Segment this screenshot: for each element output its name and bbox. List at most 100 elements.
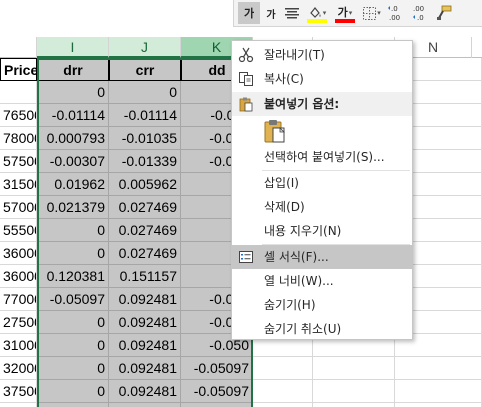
cell-drr[interactable]: 0	[37, 357, 109, 380]
chevron-down-icon[interactable]: ▾	[349, 9, 353, 17]
header-cell-drr[interactable]: drr	[37, 58, 109, 81]
cell-crr[interactable]: -0.01035	[109, 127, 181, 150]
cell-price[interactable]: 31500	[0, 173, 37, 196]
cell-price[interactable]: 57500	[0, 150, 37, 173]
cell-drr[interactable]: 0	[37, 403, 109, 407]
menu-item-column-width[interactable]: 열 너비(W)...	[232, 269, 412, 293]
clipboard-paste-icon[interactable]	[262, 118, 288, 144]
cell-drr[interactable]: 0.120381	[37, 265, 109, 288]
menu-item-copy[interactable]: 복사(C)	[232, 67, 412, 91]
cell-n[interactable]	[395, 357, 482, 380]
chevron-down-icon[interactable]: ▾	[323, 9, 327, 17]
paste-icon	[239, 97, 253, 112]
cell-price[interactable]: 32000	[0, 357, 37, 380]
cell-n[interactable]	[395, 380, 482, 403]
menu-item-column-width-label: 열 너비(W)...	[264, 274, 334, 288]
cell-crr[interactable]: 0.005962	[109, 173, 181, 196]
cell-crr[interactable]: 0.151157	[109, 265, 181, 288]
cell-n[interactable]	[395, 403, 482, 407]
cell-crr[interactable]: 0.092481	[109, 288, 181, 311]
cell-drr[interactable]: 0.000793	[37, 127, 109, 150]
cell-drr[interactable]: 0.01962	[37, 173, 109, 196]
cell-price[interactable]: 36000	[0, 265, 37, 288]
cell-crr[interactable]: 0.092481	[109, 334, 181, 357]
cell-crr[interactable]: 0.092481	[109, 311, 181, 334]
chevron-down-icon[interactable]: ▾	[377, 9, 381, 17]
menu-item-delete[interactable]: 삭제(D)	[232, 195, 412, 219]
header-cell-price[interactable]: Price	[0, 58, 37, 81]
format-cells-icon	[239, 251, 253, 263]
borders-icon	[363, 6, 377, 20]
cell-l[interactable]	[253, 380, 313, 403]
cell-price[interactable]: 27500	[0, 311, 37, 334]
cell-crr[interactable]: 0	[109, 81, 181, 104]
menu-item-clear-contents[interactable]: 내용 지우기(N)	[232, 219, 412, 243]
cell-drr[interactable]: 0.021379	[37, 196, 109, 219]
cell-drr[interactable]: 0	[37, 219, 109, 242]
cell-drr[interactable]: 0	[37, 334, 109, 357]
font-decrease-button[interactable]: 가	[262, 2, 280, 24]
cell-price[interactable]: 36000	[0, 242, 37, 265]
fill-color-button[interactable]: ▾	[304, 2, 330, 24]
cell-drr[interactable]: -0.01114	[37, 104, 109, 127]
menu-item-hide[interactable]: 숨기기(H)	[232, 293, 412, 317]
menu-item-paste-special-label: 선택하여 붙여넣기(S)...	[264, 150, 385, 164]
cell-drr[interactable]: -0.00307	[37, 150, 109, 173]
cell-dd[interactable]: -0.05097	[181, 357, 253, 380]
cell-crr[interactable]: 0.027469	[109, 219, 181, 242]
cell-m[interactable]	[313, 403, 395, 407]
menu-item-clear-contents-label: 내용 지우기(N)	[264, 224, 342, 238]
menu-item-format-cells[interactable]: 셀 서식(F)...	[232, 245, 412, 269]
cell-price[interactable]: 76500	[0, 104, 37, 127]
cell-crr[interactable]: 0.092481	[109, 357, 181, 380]
font-increase-button[interactable]: 가	[238, 2, 260, 24]
cell-price[interactable]: 37500	[0, 380, 37, 403]
cell-price[interactable]: 31000	[0, 334, 37, 357]
scissors-icon	[238, 47, 254, 63]
menu-item-paste-special[interactable]: 선택하여 붙여넣기(S)...	[232, 145, 412, 169]
cell-price[interactable]: 78000	[0, 127, 37, 150]
cell-price[interactable]: 77000	[0, 288, 37, 311]
cell-price[interactable]: 55500	[0, 219, 37, 242]
column-header-i[interactable]: I	[37, 37, 109, 58]
cell-l[interactable]	[253, 357, 313, 380]
cell-drr[interactable]: 0	[37, 380, 109, 403]
cell-dd[interactable]: -0.05097	[181, 380, 253, 403]
menu-item-unhide[interactable]: 숨기기 취소(U)	[232, 317, 412, 341]
mini-toolbar: 가 가 ▾ 가 ▾ ▾ .0 .00 .00 .0	[233, 0, 482, 27]
menu-item-paste-options: 붙여넣기 옵션:	[232, 92, 412, 116]
cell-dd[interactable]: -0.05097	[181, 403, 253, 407]
cell-drr[interactable]: 0	[37, 81, 109, 104]
increase-decimal-button[interactable]: .0 .00	[386, 2, 408, 24]
menu-item-format-cells-label: 셀 서식(F)...	[264, 250, 329, 264]
cell-crr[interactable]: 0.027469	[109, 196, 181, 219]
cell-crr[interactable]: 0.092481	[109, 380, 181, 403]
cell-l[interactable]	[253, 403, 313, 407]
cell-price[interactable]	[0, 81, 37, 104]
format-painter-button[interactable]	[434, 2, 454, 24]
borders-button[interactable]: ▾	[360, 2, 384, 24]
cell-drr[interactable]: 0	[37, 242, 109, 265]
decrease-decimal-button[interactable]: .00 .0	[410, 2, 432, 24]
cell-m[interactable]	[313, 357, 395, 380]
menu-item-insert[interactable]: 삽입(I)	[232, 171, 412, 195]
cell-drr[interactable]: -0.05097	[37, 288, 109, 311]
cell-crr[interactable]: 0.027469	[109, 242, 181, 265]
menu-item-insert-label: 삽입(I)	[264, 176, 299, 190]
cell-price[interactable]: 57000	[0, 196, 37, 219]
column-header-h[interactable]	[0, 37, 37, 58]
context-menu: 잘라내기(T) 복사(C) 붙여넣기 옵션: 선택하여 붙여넣기(S)... 삽…	[231, 40, 413, 340]
menu-item-cut[interactable]: 잘라내기(T)	[232, 43, 412, 67]
copy-icon	[239, 72, 253, 86]
cell-crr[interactable]: -0.01339	[109, 150, 181, 173]
cell-crr[interactable]: -0.01114	[109, 104, 181, 127]
font-color-button[interactable]: 가 ▾	[332, 2, 358, 24]
align-center-button[interactable]	[282, 2, 302, 24]
font-color-bar	[335, 19, 355, 23]
column-header-j[interactable]: J	[109, 37, 181, 58]
cell-m[interactable]	[313, 380, 395, 403]
cell-crr[interactable]: 0.092481	[109, 403, 181, 407]
cell-price[interactable]: 38500	[0, 403, 37, 407]
cell-drr[interactable]: 0	[37, 311, 109, 334]
header-cell-crr[interactable]: crr	[109, 58, 181, 81]
